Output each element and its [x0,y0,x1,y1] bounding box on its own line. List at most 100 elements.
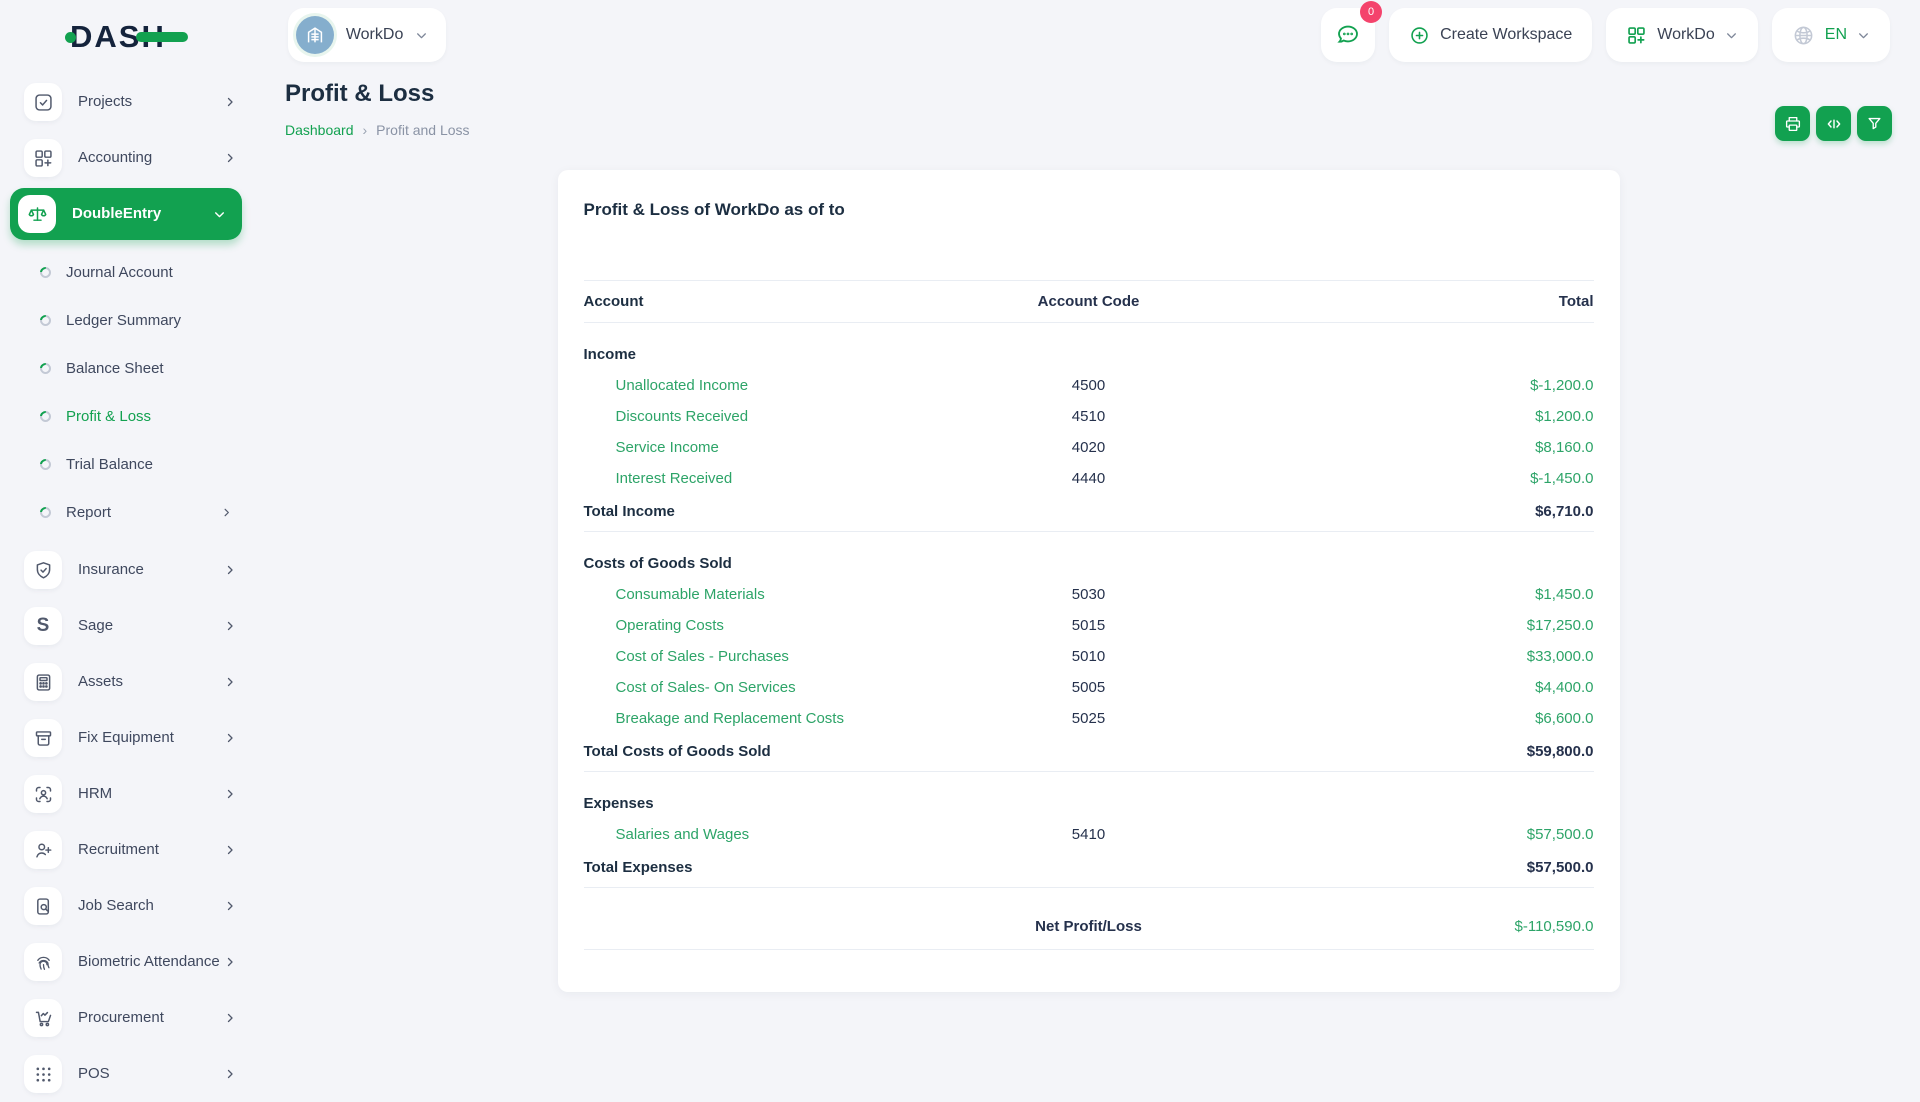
logo-dot [65,32,76,43]
sidebar-item-label: POS [78,1064,224,1084]
account-link[interactable]: Salaries and Wages [584,826,921,843]
account-row: Discounts Received4510$1,200.0 [584,401,1594,432]
chevron-right-icon [224,844,236,856]
scales-icon [18,195,56,233]
filter-button[interactable] [1857,106,1892,141]
sidebar-item-procurement[interactable]: Procurement [0,990,252,1046]
sidebar-item-insurance[interactable]: Insurance [0,542,252,598]
section-total-value: $59,800.0 [1257,743,1594,760]
chevron-right-icon [224,676,236,688]
workspace-switcher-button[interactable]: WorkDo [1606,8,1758,62]
subitem-label: Journal Account [66,264,232,281]
section-header-row: Expenses [584,786,1594,819]
account-link[interactable]: Service Income [584,439,921,456]
chevron-right-icon [224,1012,236,1024]
profit-loss-card: Profit & Loss of WorkDo as of to Account… [558,170,1620,992]
fingerprint-icon [24,943,62,981]
workspace-selector[interactable]: WorkDo [288,8,447,62]
messages-button[interactable]: 0 [1321,8,1375,62]
sidebar-subitem-profit-loss[interactable]: Profit & Loss [0,392,252,440]
column-header-account: Account [584,293,921,310]
bullet-icon [38,504,53,519]
sidebar-item-doubleentry[interactable]: DoubleEntry [10,188,242,240]
subitem-label: Profit & Loss [66,408,232,425]
export-button[interactable] [1816,106,1851,141]
sidebar-item-label: Accounting [78,148,224,168]
sidebar-item-accounting[interactable]: Accounting [0,130,252,186]
account-row: Salaries and Wages5410$57,500.0 [584,819,1594,850]
account-link[interactable]: Cost of Sales - Purchases [584,648,921,665]
account-code: 5410 [920,826,1257,843]
account-link[interactable]: Interest Received [584,470,921,487]
language-selector[interactable]: EN [1772,8,1890,62]
breadcrumb-separator: › [363,122,368,138]
account-code: 4500 [920,377,1257,394]
account-total: $-1,200.0 [1257,377,1594,394]
account-link[interactable]: Operating Costs [584,617,921,634]
sidebar-item-assets[interactable]: Assets [0,654,252,710]
create-workspace-button[interactable]: Create Workspace [1389,8,1592,62]
section-total-value: $57,500.0 [1257,859,1594,876]
create-workspace-label: Create Workspace [1440,26,1572,44]
account-total: $-1,450.0 [1257,470,1594,487]
account-link[interactable]: Unallocated Income [584,377,921,394]
account-link[interactable]: Breakage and Replacement Costs [584,710,921,727]
top-right-actions: 0 Create Workspace WorkDo EN [1321,8,1890,62]
sidebar-item-label: Sage [78,616,224,636]
account-total: $57,500.0 [1257,826,1594,843]
account-total: $1,450.0 [1257,586,1594,603]
shield-check-icon [24,551,62,589]
sidebar-item-recruitment[interactable]: Recruitment [0,822,252,878]
account-code: 4020 [920,439,1257,456]
chevron-down-icon [1857,29,1870,42]
sidebar-item-label: Biometric Attendance [78,952,224,972]
workspace-name: WorkDo [346,26,404,44]
bullet-icon [38,264,53,279]
sidebar-item-fix-equipment[interactable]: Fix Equipment [0,710,252,766]
top-bar: DASH WorkDo 0 Create Workspace [0,0,1920,70]
account-row: Cost of Sales - Purchases5010$33,000.0 [584,641,1594,672]
sidebar-item-hrm[interactable]: HRM [0,766,252,822]
account-code: 4510 [920,408,1257,425]
account-link[interactable]: Consumable Materials [584,586,921,603]
section-total-label: Total Expenses [584,859,921,876]
sidebar-subitem-ledger-summary[interactable]: Ledger Summary [0,296,252,344]
net-profit-value: $-110,590.0 [1257,918,1594,935]
sidebar-item-biometric-attendance[interactable]: Biometric Attendance [0,934,252,990]
sidebar-item-sage[interactable]: S Sage [0,598,252,654]
sidebar-item-job-search[interactable]: Job Search [0,878,252,934]
subitem-label: Ledger Summary [66,312,232,329]
sidebar: Projects Accounting DoubleEntry Journal … [0,70,252,1102]
workspace-avatar [296,16,334,54]
app-logo[interactable]: DASH [65,19,188,55]
sidebar-subitem-balance-sheet[interactable]: Balance Sheet [0,344,252,392]
accounting-icon [24,139,62,177]
section-title: Costs of Goods Sold [584,555,921,572]
cart-icon [24,999,62,1037]
sidebar-subitem-trial-balance[interactable]: Trial Balance [0,440,252,488]
profit-loss-table: AccountAccount CodeTotalIncomeUnallocate… [584,280,1594,950]
logo-dash-bar [136,32,188,42]
workspace-switcher-label: WorkDo [1657,26,1715,44]
sidebar-subitem-report[interactable]: Report [0,488,252,536]
section-header-row: Income [584,337,1594,370]
bullet-icon [38,312,53,327]
account-code: 5025 [920,710,1257,727]
print-button[interactable] [1775,106,1810,141]
dots-grid-icon [24,1055,62,1093]
chevron-right-icon [224,96,236,108]
sidebar-subitem-journal-account[interactable]: Journal Account [0,248,252,296]
hrm-person-frame-icon [24,775,62,813]
account-row: Service Income4020$8,160.0 [584,432,1594,463]
sidebar-item-pos[interactable]: POS [0,1046,252,1102]
sidebar-item-projects[interactable]: Projects [0,74,252,130]
breadcrumb-current: Profit and Loss [376,122,469,138]
section-header-row: Costs of Goods Sold [584,546,1594,579]
breadcrumb: Dashboard › Profit and Loss [285,122,1892,138]
sidebar-item-label: DoubleEntry [72,204,213,224]
account-link[interactable]: Discounts Received [584,408,921,425]
page-title: Profit & Loss [285,80,1892,108]
account-link[interactable]: Cost of Sales- On Services [584,679,921,696]
breadcrumb-dashboard-link[interactable]: Dashboard [285,122,354,138]
chevron-right-icon [224,956,236,968]
